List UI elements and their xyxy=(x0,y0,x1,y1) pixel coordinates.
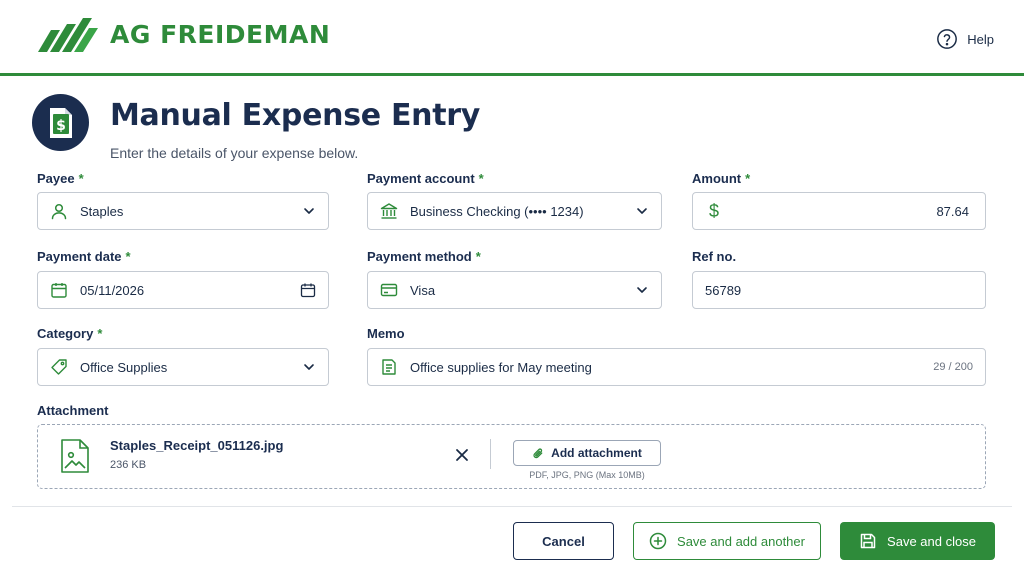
memo-label: Memo xyxy=(367,326,405,341)
calendar-picker-icon[interactable] xyxy=(300,282,316,298)
brand-name: AG FREIDEMAN xyxy=(110,19,331,49)
ref-no-input[interactable]: 56789 xyxy=(692,271,986,309)
add-attachment-label: Add attachment xyxy=(551,446,642,460)
user-icon xyxy=(50,202,68,220)
amount-input[interactable]: $ 87.64 xyxy=(692,192,986,230)
save-and-add-another-label: Save and add another xyxy=(677,533,805,549)
tag-icon xyxy=(50,358,68,376)
remove-attachment-close-icon[interactable] xyxy=(452,445,472,465)
save-and-close-label: Save and close xyxy=(887,533,976,549)
amount-value: 87.64 xyxy=(936,203,969,219)
help-icon xyxy=(937,29,958,49)
save-and-add-another-button[interactable]: Save and add another xyxy=(633,522,821,560)
expense-document-icon: $ xyxy=(32,94,89,151)
svg-text:$: $ xyxy=(56,118,66,134)
payee-value: Staples xyxy=(80,203,124,219)
bank-icon xyxy=(380,202,398,220)
footer-divider xyxy=(12,506,1012,507)
attachment-divider xyxy=(490,439,491,469)
page-subtitle: Enter the details of your expense below. xyxy=(110,145,359,161)
memo-char-counter: 29 / 200 xyxy=(933,361,973,373)
cancel-button[interactable]: Cancel xyxy=(513,522,614,560)
ref-no-label: Ref no. xyxy=(692,249,737,264)
plus-circle-icon xyxy=(649,532,667,550)
attachment-label: Attachment xyxy=(37,403,109,418)
chevron-down-icon[interactable] xyxy=(635,204,649,218)
attachment-file-name[interactable]: Staples_Receipt_051126.jpg xyxy=(110,438,283,453)
payment-date-input[interactable]: 05/11/2026 xyxy=(37,271,329,309)
help-label: Help xyxy=(967,31,994,47)
chevron-down-icon[interactable] xyxy=(302,360,316,374)
payee-label: Payee * xyxy=(37,171,84,186)
page-title: Manual Expense Entry xyxy=(110,98,480,133)
ref-no-value: 56789 xyxy=(705,282,742,298)
calendar-icon xyxy=(50,281,68,299)
image-file-icon xyxy=(61,439,89,473)
category-label: Category * xyxy=(37,326,103,341)
top-bar: AG FREIDEMAN Help xyxy=(0,0,1024,76)
payee-select[interactable]: Staples xyxy=(37,192,329,230)
chevron-down-icon[interactable] xyxy=(635,283,649,297)
payment-date-label: Payment date * xyxy=(37,249,131,264)
chevron-down-icon[interactable] xyxy=(302,204,316,218)
payment-account-label: Payment account * xyxy=(367,171,484,186)
amount-label: Amount * xyxy=(692,171,751,186)
attachment-hint: PDF, JPG, PNG (Max 10MB) xyxy=(529,470,645,480)
save-disk-icon xyxy=(860,533,876,549)
payment-account-select[interactable]: Business Checking (•••• 1234) xyxy=(367,192,662,230)
payment-method-label: Payment method * xyxy=(367,249,481,264)
category-select[interactable]: Office Supplies xyxy=(37,348,329,386)
credit-card-icon xyxy=(380,281,398,299)
category-value: Office Supplies xyxy=(80,359,168,375)
paperclip-icon xyxy=(533,447,543,458)
memo-value: Office supplies for May meeting xyxy=(410,359,592,375)
payment-method-value: Visa xyxy=(410,282,436,298)
payment-date-value: 05/11/2026 xyxy=(80,282,145,298)
payment-account-value: Business Checking (•••• 1234) xyxy=(410,203,584,219)
attachment-file-size: 236 KB xyxy=(110,459,147,471)
brand-logo[interactable]: AG FREIDEMAN xyxy=(38,16,330,52)
save-and-close-button[interactable]: Save and close xyxy=(840,522,995,560)
memo-input[interactable]: Office supplies for May meeting 29 / 200 xyxy=(367,348,986,386)
attachment-dropzone[interactable]: Staples_Receipt_051126.jpg 236 KB Add at… xyxy=(37,424,986,489)
payment-method-select[interactable]: Visa xyxy=(367,271,662,309)
logo-mark-icon xyxy=(38,18,98,52)
add-attachment-button[interactable]: Add attachment xyxy=(513,440,661,466)
dollar-icon: $ xyxy=(708,200,719,221)
help-link[interactable]: Help xyxy=(936,28,994,50)
note-icon xyxy=(380,358,398,376)
